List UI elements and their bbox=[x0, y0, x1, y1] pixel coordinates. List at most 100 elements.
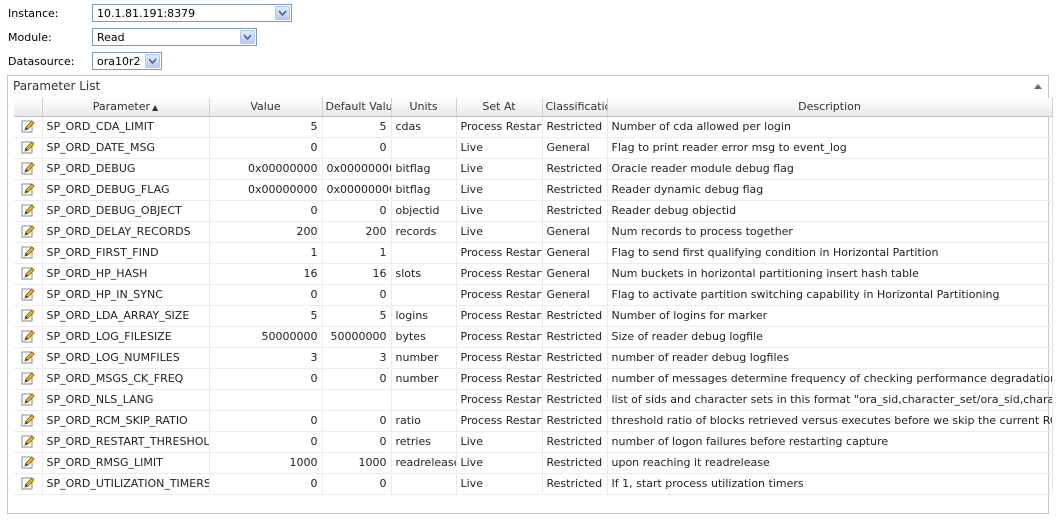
units-cell: bitflag bbox=[391, 179, 457, 201]
edit-pencil-icon[interactable] bbox=[20, 118, 36, 134]
description-cell: Num records to process together bbox=[607, 221, 1053, 243]
table-row[interactable]: SP_ORD_FIRST_FIND 1 1 Process Restart Genera… bbox=[14, 242, 1053, 264]
instance-value: 10.1.81.191:8379 bbox=[97, 6, 196, 20]
edit-pencil-icon[interactable] bbox=[20, 391, 36, 407]
table-row[interactable]: SP_ORD_RMSG_LIMIT10001000readreleasesLiv… bbox=[14, 452, 1053, 474]
table-row[interactable]: SP_ORD_MSGS_CK_FREQ 0 0 number Process Resta… bbox=[14, 368, 1053, 390]
column-header-set-at[interactable]: Set At bbox=[456, 98, 543, 117]
table-header-row: Parameter▲ Value Default Value Units Set… bbox=[14, 98, 1053, 117]
table-row[interactable]: SP_ORD_LOG_FILESIZE 50000000 50000000 bytes… bbox=[14, 326, 1053, 348]
set-at-cell: Process Restart bbox=[456, 284, 543, 306]
column-header-description[interactable]: Description bbox=[607, 98, 1053, 117]
table-row[interactable]: SP_ORD_DEBUG 0x00000000 0x00000000 bitflag L… bbox=[14, 158, 1053, 180]
classification-cell: Restricted bbox=[542, 473, 608, 495]
column-header-units-label: Units bbox=[409, 100, 438, 114]
edit-pencil-icon[interactable] bbox=[20, 223, 36, 239]
set-at-cell: Live bbox=[456, 200, 543, 222]
column-header-default-value[interactable]: Default Value bbox=[322, 98, 392, 117]
module-label: Module: bbox=[8, 30, 52, 44]
edit-pencil-icon[interactable] bbox=[20, 244, 36, 260]
edit-pencil-icon[interactable] bbox=[20, 328, 36, 344]
edit-pencil-icon[interactable] bbox=[20, 286, 36, 302]
units-cell: bitflag bbox=[391, 158, 457, 180]
edit-cell bbox=[14, 431, 43, 453]
table-row[interactable]: SP_ORD_DATE_MSG 0 0 Live General Flag to prin… bbox=[14, 137, 1053, 159]
description-cell: If 1, start process utilization timers bbox=[607, 473, 1053, 495]
edit-pencil-icon[interactable] bbox=[20, 307, 36, 323]
classification-cell: Restricted bbox=[542, 326, 608, 348]
edit-pencil-icon[interactable] bbox=[20, 349, 36, 365]
default-value-cell: 0 bbox=[322, 200, 392, 222]
edit-pencil-icon[interactable] bbox=[20, 433, 36, 449]
collapse-up-icon[interactable] bbox=[1033, 81, 1043, 91]
chevron-down-icon[interactable] bbox=[145, 54, 160, 68]
instance-row: Instance: 10.1.81.191:8379 bbox=[8, 3, 292, 23]
set-at-cell: Live bbox=[456, 431, 543, 453]
value-cell: 0 bbox=[209, 473, 323, 495]
column-header-units[interactable]: Units bbox=[391, 98, 457, 117]
default-value-cell: 5 bbox=[322, 305, 392, 327]
default-value-cell: 0 bbox=[322, 431, 392, 453]
edit-pencil-icon[interactable] bbox=[20, 475, 36, 491]
edit-pencil-icon[interactable] bbox=[20, 181, 36, 197]
parameter-cell: SP_ORD_MSGS_CK_FREQ bbox=[42, 368, 210, 390]
table-row[interactable]: SP_ORD_DEBUG_OBJECT 0 0 objectid Live Restric… bbox=[14, 200, 1053, 222]
sort-ascending-icon: ▲ bbox=[152, 103, 159, 113]
edit-cell bbox=[14, 242, 43, 264]
value-cell bbox=[209, 389, 323, 411]
units-cell: readreleases bbox=[391, 452, 457, 474]
column-header-parameter[interactable]: Parameter ▲ bbox=[42, 98, 210, 117]
edit-pencil-icon[interactable] bbox=[20, 454, 36, 470]
chevron-down-icon[interactable] bbox=[275, 6, 290, 20]
instance-select[interactable]: 10.1.81.191:8379 bbox=[92, 4, 292, 22]
parameter-cell: SP_ORD_DEBUG_FLAG bbox=[42, 179, 210, 201]
classification-cell: Restricted bbox=[542, 431, 608, 453]
table-row[interactable]: SP_ORD_HP_IN_SYNC 0 0 Process Restart Genera… bbox=[14, 284, 1053, 306]
edit-cell bbox=[14, 221, 43, 243]
value-cell: 16 bbox=[209, 263, 323, 285]
classification-cell: Restricted bbox=[542, 158, 608, 180]
classification-cell: General bbox=[542, 137, 608, 159]
table-row[interactable]: SP_ORD_DEBUG_FLAG 0x00000000 0x00000000 bit… bbox=[14, 179, 1053, 201]
units-cell: slots bbox=[391, 263, 457, 285]
table-row[interactable]: SP_ORD_HP_HASH 16 16 slots Process Restart Ge… bbox=[14, 263, 1053, 285]
edit-pencil-icon[interactable] bbox=[20, 265, 36, 281]
table-row[interactable]: SP_ORD_CDA_LIMIT 5 5 cdas Process Restart Res… bbox=[14, 116, 1053, 138]
edit-cell bbox=[14, 326, 43, 348]
default-value-cell: 3 bbox=[322, 347, 392, 369]
column-header-value[interactable]: Value bbox=[209, 98, 323, 117]
edit-cell bbox=[14, 116, 43, 138]
edit-pencil-icon[interactable] bbox=[20, 412, 36, 428]
column-header-classification[interactable]: Classification bbox=[542, 98, 608, 117]
table-row[interactable]: SP_ORD_LDA_ARRAY_SIZE 5 5 logins Process Res… bbox=[14, 305, 1053, 327]
units-cell: objectid bbox=[391, 200, 457, 222]
datasource-value: ora10r2 bbox=[97, 54, 141, 68]
units-cell bbox=[391, 137, 457, 159]
description-cell: Oracle reader module debug flag bbox=[607, 158, 1053, 180]
value-cell: 0 bbox=[209, 431, 323, 453]
table-row[interactable]: SP_ORD_LOG_NUMFILES 3 3 number Process Resta… bbox=[14, 347, 1053, 369]
table-row[interactable]: SP_ORD_NLS_LANG Process Restart Restricted… bbox=[14, 389, 1053, 411]
module-row: Module: Read bbox=[8, 27, 257, 47]
default-value-cell: 200 bbox=[322, 221, 392, 243]
edit-pencil-icon[interactable] bbox=[20, 160, 36, 176]
column-header-description-label: Description bbox=[798, 100, 861, 114]
classification-cell: General bbox=[542, 263, 608, 285]
table-row[interactable]: SP_ORD_UTILIZATION_TIMERS 0 0 Live Restricte… bbox=[14, 473, 1053, 495]
table-row[interactable]: SP_ORD_RCM_SKIP_RATIO 0 0 ratio Process Rest… bbox=[14, 410, 1053, 432]
chevron-down-icon[interactable] bbox=[240, 30, 255, 44]
default-value-cell bbox=[322, 389, 392, 411]
parameter-cell: SP_ORD_DEBUG bbox=[42, 158, 210, 180]
units-cell bbox=[391, 284, 457, 306]
module-select[interactable]: Read bbox=[92, 28, 257, 46]
edit-pencil-icon[interactable] bbox=[20, 202, 36, 218]
table-row[interactable]: SP_ORD_DELAY_RECORDS 200 200 records Live Gen… bbox=[14, 221, 1053, 243]
column-header-default-value-label: Default Value bbox=[325, 100, 391, 114]
parameter-cell: SP_ORD_HP_IN_SYNC bbox=[42, 284, 210, 306]
column-header-edit bbox=[14, 98, 43, 117]
edit-pencil-icon[interactable] bbox=[20, 370, 36, 386]
classification-cell: Restricted bbox=[542, 116, 608, 138]
edit-pencil-icon[interactable] bbox=[20, 139, 36, 155]
table-row[interactable]: SP_ORD_RESTART_THRESHOLD 0 0 retries Live Res… bbox=[14, 431, 1053, 453]
datasource-select[interactable]: ora10r2 bbox=[92, 52, 162, 70]
